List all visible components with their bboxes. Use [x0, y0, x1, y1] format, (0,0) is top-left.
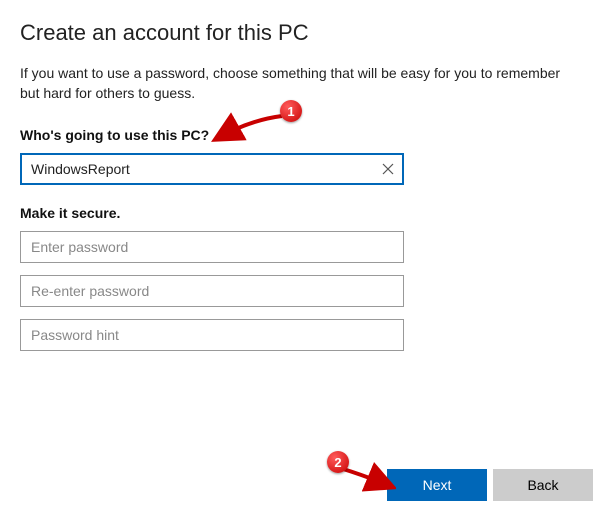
- password-hint-input[interactable]: [20, 319, 404, 351]
- intro-text: If you want to use a password, choose so…: [20, 64, 580, 103]
- annotation-arrow-1: [210, 110, 288, 148]
- reenter-password-input[interactable]: [20, 275, 404, 307]
- clear-icon[interactable]: [378, 159, 398, 179]
- annotation-callout-2: 2: [327, 451, 349, 473]
- next-button[interactable]: Next: [387, 469, 487, 501]
- secure-section-label: Make it secure.: [20, 205, 593, 221]
- annotation-callout-1: 1: [280, 100, 302, 122]
- username-input[interactable]: [20, 153, 404, 185]
- username-field-wrap: [20, 153, 404, 185]
- username-section-label: Who's going to use this PC?: [20, 127, 593, 143]
- password-field-wrap: [20, 231, 404, 263]
- password-input[interactable]: [20, 231, 404, 263]
- reenter-password-field-wrap: [20, 275, 404, 307]
- password-hint-field-wrap: [20, 319, 404, 351]
- page-title: Create an account for this PC: [20, 20, 593, 46]
- back-button[interactable]: Back: [493, 469, 593, 501]
- button-row: Next Back: [387, 469, 593, 501]
